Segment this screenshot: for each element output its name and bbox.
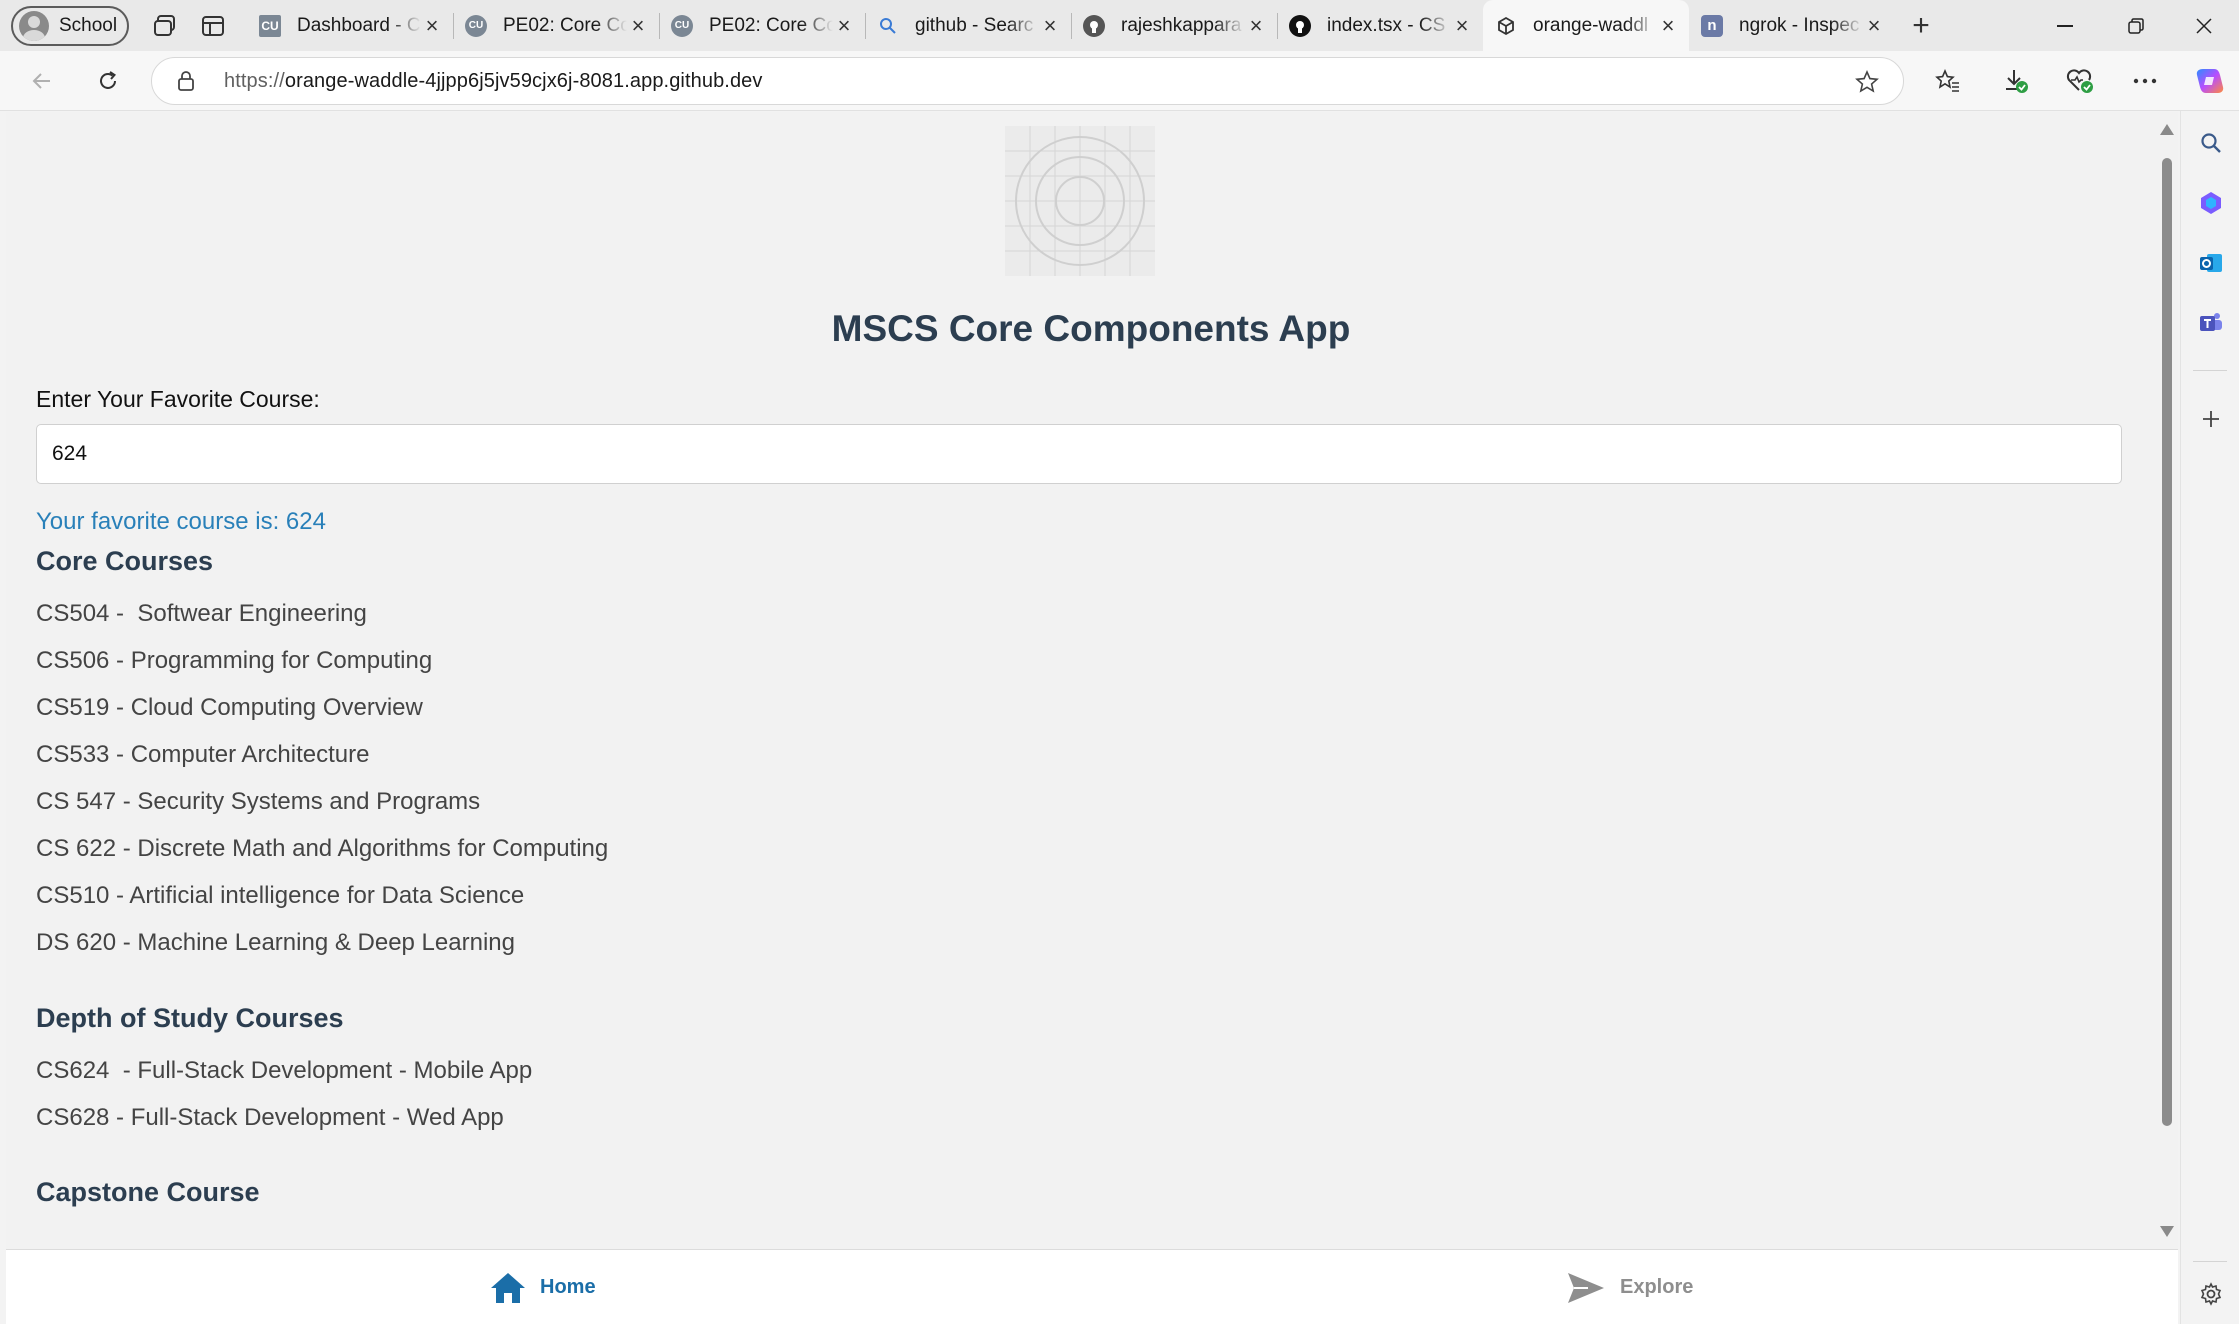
- course-item: CS510 - Artificial intelligence for Data…: [36, 882, 525, 909]
- browser-tab-active[interactable]: orange-waddl ×: [1483, 0, 1689, 51]
- copilot-icon[interactable]: [2188, 59, 2232, 103]
- course-item: CS506 - Programming for Computing: [36, 647, 433, 674]
- tab-home-label: Home: [540, 1276, 596, 1298]
- lock-icon[interactable]: [176, 70, 196, 97]
- tab-title: ngrok - Inspec: [1739, 14, 1860, 36]
- page-title: MSCS Core Components App: [831, 308, 1351, 349]
- tab-title: Dashboard - C: [297, 14, 421, 36]
- course-item: CS504 - Softwear Engineering: [36, 600, 367, 627]
- favorites-icon[interactable]: [1926, 59, 1970, 103]
- browser-essentials-icon[interactable]: [2058, 59, 2102, 103]
- tab-title: PE02: Core Co: [709, 14, 833, 36]
- tab-title: rajeshkappara: [1121, 14, 1242, 36]
- scroll-thumb[interactable]: [2162, 158, 2172, 1126]
- github-icon: [1289, 14, 1311, 37]
- course-input-label: Enter Your Favorite Course:: [36, 386, 320, 412]
- close-icon[interactable]: ×: [627, 13, 649, 39]
- search-icon[interactable]: [2195, 127, 2227, 159]
- send-icon: [1568, 1272, 1604, 1303]
- favorite-course-output: Your favorite course is: 624: [36, 508, 326, 535]
- downloads-icon[interactable]: [1994, 59, 2038, 103]
- teams-icon[interactable]: [2195, 307, 2227, 339]
- new-tab-icon[interactable]: +: [1895, 0, 1947, 51]
- github-icon: [1083, 14, 1105, 37]
- section-heading-depth: Depth of Study Courses: [36, 1003, 344, 1033]
- scroll-down-arrow-icon[interactable]: [2160, 1226, 2174, 1237]
- browser-tab[interactable]: rajeshkappara ×: [1071, 0, 1277, 51]
- browser-tab[interactable]: CU PE02: Core Co ×: [453, 0, 659, 51]
- close-icon[interactable]: ×: [1245, 13, 1267, 39]
- vertical-tabs-icon[interactable]: [191, 4, 235, 48]
- address-bar[interactable]: https://orange-waddle-4jjpp6j5jv59cjx6j-…: [151, 57, 1904, 105]
- course-item: CS 547 - Security Systems and Programs: [36, 788, 481, 815]
- url-text: https://orange-waddle-4jjpp6j5jv59cjx6j-…: [224, 70, 763, 93]
- refresh-icon[interactable]: [86, 59, 130, 103]
- back-arrow-icon[interactable]: [20, 59, 64, 103]
- browser-toolbar: https://orange-waddle-4jjpp6j5jv59cjx6j-…: [0, 51, 2239, 111]
- page-viewport: MSCS Core Components App Enter Your Favo…: [6, 112, 2178, 1324]
- close-icon[interactable]: ×: [1451, 13, 1473, 39]
- course-item: CS 622 - Discrete Math and Algorithms fo…: [36, 835, 609, 862]
- minimize-icon[interactable]: [2030, 0, 2100, 51]
- home-icon: [491, 1272, 525, 1303]
- course-item: CS628 - Full-Stack Development - Wed App: [36, 1104, 504, 1131]
- section-heading-core: Core Courses: [36, 546, 214, 576]
- edge-sidebar: [2180, 111, 2239, 1324]
- gear-icon[interactable]: [2195, 1278, 2227, 1310]
- favorite-course-input[interactable]: 624: [36, 424, 2122, 484]
- app-logo-icon: [1005, 126, 1155, 276]
- profile-label: School: [59, 14, 118, 36]
- cu-icon: CU: [259, 14, 281, 37]
- bottom-tab-bar: Home Explore: [6, 1249, 2178, 1324]
- ngrok-icon: n: [1701, 14, 1723, 37]
- close-icon[interactable]: ×: [1039, 13, 1061, 39]
- browser-tab[interactable]: index.tsx - CS ×: [1277, 0, 1483, 51]
- tab-title: index.tsx - CS: [1327, 14, 1446, 36]
- browser-tab[interactable]: n ngrok - Inspec ×: [1689, 0, 1895, 51]
- url-host: orange-waddle-4jjpp6j5jv59cjx6j-8081.app…: [284, 69, 763, 92]
- browser-tab[interactable]: CU PE02: Core Co ×: [659, 0, 865, 51]
- browser-tab[interactable]: github - Searc ×: [865, 0, 1071, 51]
- page-scrollbar[interactable]: [2154, 112, 2178, 1249]
- tab-title: github - Searc: [915, 14, 1034, 36]
- close-window-icon[interactable]: [2169, 0, 2239, 51]
- close-icon[interactable]: ×: [1863, 13, 1885, 39]
- tab-home[interactable]: Home: [490, 1250, 596, 1324]
- close-icon[interactable]: ×: [833, 13, 855, 39]
- scroll-up-arrow-icon[interactable]: [2160, 124, 2174, 135]
- favorite-star-icon[interactable]: [1855, 70, 1879, 99]
- tab-explore-label: Explore: [1620, 1276, 1694, 1298]
- course-item: CS519 - Cloud Computing Overview: [36, 694, 423, 721]
- search-icon: [877, 15, 899, 37]
- course-item: CS533 - Computer Architecture: [36, 741, 370, 768]
- profile-button[interactable]: School: [11, 5, 129, 46]
- course-item: DS 620 - Machine Learning & Deep Learnin…: [36, 929, 515, 956]
- more-options-icon[interactable]: [2123, 59, 2167, 103]
- cu-round-icon: CU: [465, 14, 487, 37]
- sidebar-divider: [2193, 1261, 2227, 1262]
- outlook-icon[interactable]: [2195, 247, 2227, 279]
- browser-tab-strip: School CU Dashboard - C × CU PE02: Core …: [0, 0, 2239, 51]
- close-icon[interactable]: ×: [1657, 13, 1679, 39]
- sidebar-divider: [2193, 370, 2227, 371]
- browser-tab[interactable]: CU Dashboard - C ×: [247, 0, 453, 51]
- course-item: CS624 - Full-Stack Development - Mobile …: [36, 1057, 533, 1084]
- copilot-apps-icon[interactable]: [2195, 187, 2227, 219]
- workspaces-icon[interactable]: [143, 4, 187, 48]
- tab-title: PE02: Core Co: [503, 14, 627, 36]
- tab-title: orange-waddl: [1533, 14, 1649, 36]
- add-icon[interactable]: [2195, 403, 2227, 435]
- url-protocol: https://: [224, 69, 285, 92]
- close-icon[interactable]: ×: [421, 13, 443, 39]
- restore-icon[interactable]: [2101, 0, 2171, 51]
- section-heading-capstone: Capstone Course: [36, 1177, 260, 1207]
- cu-round-icon: CU: [671, 14, 693, 37]
- codespace-icon: [1495, 15, 1517, 37]
- tab-explore[interactable]: Explore: [1566, 1250, 1693, 1324]
- profile-avatar-icon: [19, 10, 49, 41]
